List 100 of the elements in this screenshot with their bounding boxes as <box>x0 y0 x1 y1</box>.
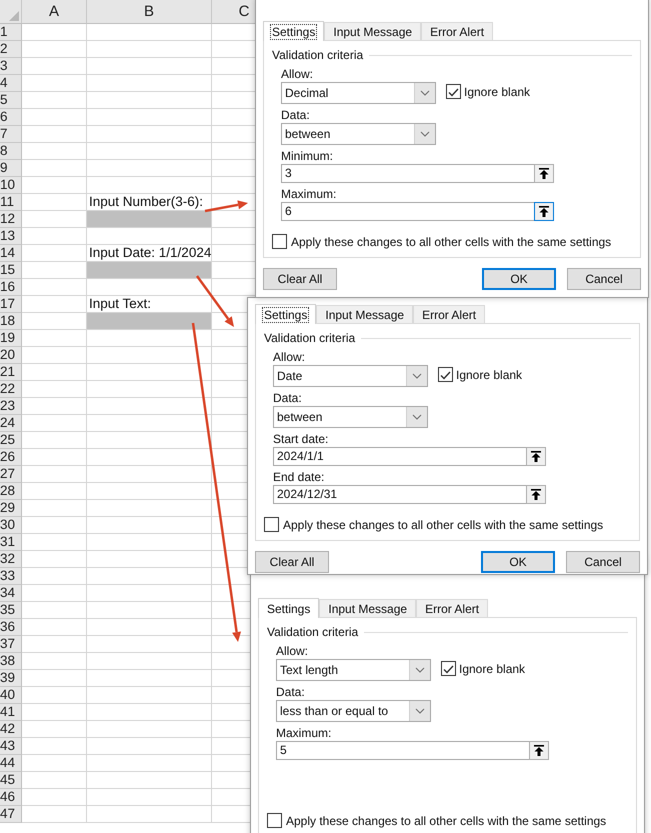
tab[interactable]: Input Message <box>316 305 414 323</box>
row-header[interactable]: 8 <box>0 143 22 160</box>
grid-cell[interactable] <box>87 517 212 534</box>
grid-cell[interactable] <box>22 551 87 568</box>
grid-cell[interactable] <box>22 143 87 160</box>
row-header[interactable]: 26 <box>0 449 22 466</box>
row-header[interactable]: 24 <box>0 415 22 432</box>
grid-cell[interactable] <box>87 160 212 177</box>
row-header[interactable]: 33 <box>0 568 22 585</box>
row-header[interactable]: 40 <box>0 687 22 704</box>
row-header[interactable]: 1 <box>0 24 22 41</box>
grid-cell[interactable] <box>87 364 212 381</box>
grid-cell[interactable] <box>22 687 87 704</box>
grid-cell[interactable] <box>87 806 212 823</box>
checkbox[interactable] <box>438 367 453 382</box>
checkbox[interactable] <box>267 813 282 828</box>
tab[interactable]: Input Message <box>319 599 416 617</box>
grid-cell[interactable] <box>87 755 212 772</box>
row-header[interactable]: 9 <box>0 160 22 177</box>
dropdown[interactable]: Decimal <box>281 82 436 104</box>
grid-cell[interactable] <box>87 772 212 789</box>
grid-cell[interactable] <box>87 126 212 143</box>
checkbox-label[interactable]: Apply these changes to all other cells with the same settings <box>286 814 606 828</box>
row-header[interactable]: 18 <box>0 313 22 330</box>
dialog-button[interactable]: Cancel <box>566 551 640 573</box>
grid-cell[interactable] <box>22 721 87 738</box>
grid-cell[interactable] <box>22 58 87 75</box>
grid-cell[interactable] <box>87 466 212 483</box>
row-header[interactable]: 46 <box>0 789 22 806</box>
grid-cell[interactable] <box>22 466 87 483</box>
grid-cell[interactable] <box>22 432 87 449</box>
grid-cell[interactable] <box>22 109 87 126</box>
select-all-corner[interactable] <box>0 0 22 24</box>
checkbox[interactable] <box>441 661 456 676</box>
grid-cell[interactable] <box>87 619 212 636</box>
grid-cell[interactable] <box>87 687 212 704</box>
grid-cell[interactable] <box>87 177 212 194</box>
dropdown[interactable]: between <box>281 123 436 145</box>
grid-cell[interactable] <box>22 347 87 364</box>
grid-cell[interactable] <box>87 279 212 296</box>
grid-cell[interactable] <box>22 670 87 687</box>
row-header[interactable]: 41 <box>0 704 22 721</box>
grid-cell[interactable] <box>22 228 87 245</box>
tab[interactable]: Settings <box>255 304 316 324</box>
grid-cell[interactable] <box>22 381 87 398</box>
grid-cell[interactable] <box>22 279 87 296</box>
row-header[interactable]: 34 <box>0 585 22 602</box>
grid-cell[interactable] <box>22 755 87 772</box>
dropdown[interactable]: between <box>273 406 428 428</box>
grid-cell[interactable] <box>22 483 87 500</box>
grid-cell[interactable] <box>87 381 212 398</box>
grid-cell[interactable] <box>87 670 212 687</box>
row-header[interactable]: 19 <box>0 330 22 347</box>
grid-cell[interactable] <box>22 772 87 789</box>
column-header[interactable]: A <box>22 0 87 24</box>
grid-cell[interactable] <box>87 585 212 602</box>
row-header[interactable]: 43 <box>0 738 22 755</box>
checkbox[interactable] <box>264 517 279 532</box>
dropdown[interactable]: less than or equal to <box>276 700 431 722</box>
grid-cell[interactable] <box>22 585 87 602</box>
grid-cell[interactable] <box>87 58 212 75</box>
grid-cell[interactable] <box>87 347 212 364</box>
row-header[interactable]: 42 <box>0 721 22 738</box>
dialog-button[interactable]: Clear All <box>263 268 337 290</box>
column-header[interactable]: B <box>87 0 212 24</box>
grid-cell[interactable] <box>22 194 87 211</box>
tab[interactable]: Settings <box>263 21 324 41</box>
row-header[interactable]: 14 <box>0 245 22 262</box>
grid-cell[interactable] <box>87 568 212 585</box>
grid-cell[interactable] <box>87 721 212 738</box>
row-header[interactable]: 13 <box>0 228 22 245</box>
tab[interactable]: Settings <box>258 598 320 618</box>
row-header[interactable]: 39 <box>0 670 22 687</box>
grid-cell[interactable] <box>22 245 87 262</box>
grid-cell[interactable] <box>22 602 87 619</box>
grid-cell[interactable] <box>87 653 212 670</box>
tab[interactable]: Input Message <box>324 22 422 40</box>
row-header[interactable]: 32 <box>0 551 22 568</box>
row-header[interactable]: 45 <box>0 772 22 789</box>
dialog-button[interactable]: OK <box>482 268 556 290</box>
row-header[interactable]: 25 <box>0 432 22 449</box>
grid-cell[interactable] <box>22 636 87 653</box>
row-header[interactable]: 35 <box>0 602 22 619</box>
dropdown[interactable]: Date <box>273 365 428 387</box>
row-header[interactable]: 37 <box>0 636 22 653</box>
grid-cell[interactable] <box>87 109 212 126</box>
grid-cell[interactable] <box>87 789 212 806</box>
grid-cell[interactable] <box>22 449 87 466</box>
grid-cell[interactable] <box>87 92 212 109</box>
grid-cell[interactable] <box>22 738 87 755</box>
grid-cell[interactable] <box>22 364 87 381</box>
grid-cell[interactable] <box>22 160 87 177</box>
tab[interactable]: Error Alert <box>413 305 486 323</box>
checkbox-label[interactable]: Ignore blank <box>456 368 522 382</box>
row-header[interactable]: 16 <box>0 279 22 296</box>
grid-cell[interactable] <box>87 704 212 721</box>
checkbox-label[interactable]: Apply these changes to all other cells with the same settings <box>291 234 612 248</box>
checkbox-label[interactable]: Ignore blank <box>459 662 526 676</box>
row-header[interactable]: 27 <box>0 466 22 483</box>
dropdown[interactable]: Text length <box>276 659 431 681</box>
